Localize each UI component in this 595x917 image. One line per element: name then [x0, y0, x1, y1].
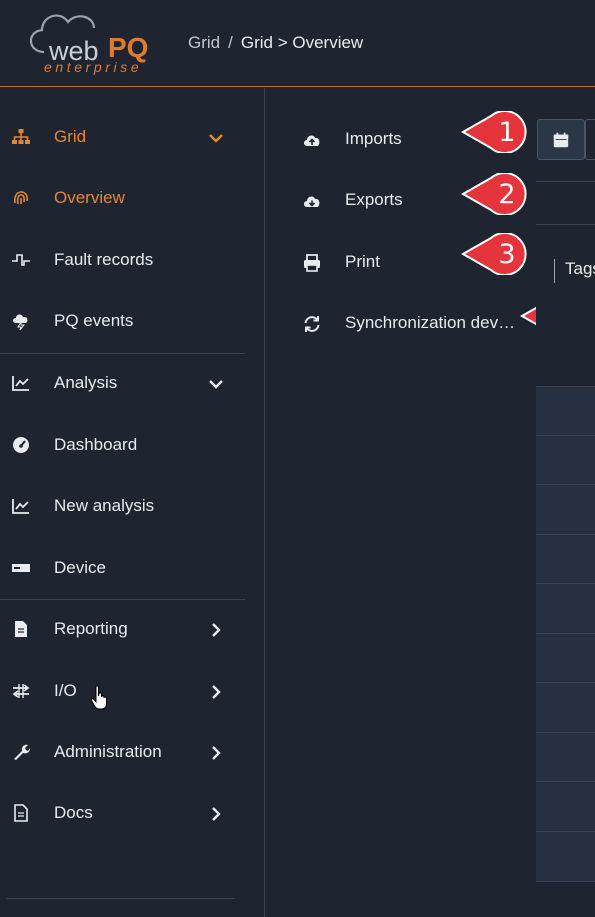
menu-item-synchronization-devices[interactable]: Synchronization devices [266, 292, 536, 353]
sidebar-item-label: Docs [54, 803, 93, 822]
callout-marker-3: 3 [460, 232, 527, 276]
date-picker-button[interactable] [537, 119, 585, 160]
main-content-area: Tags [536, 88, 595, 917]
sidebar-item-grid[interactable]: Grid [0, 107, 245, 168]
cloud-download-icon [304, 196, 320, 207]
cloud-upload-icon [304, 135, 320, 146]
table-row-divider [536, 881, 595, 882]
sidebar-bottom-divider [6, 898, 235, 899]
content-divider [536, 224, 595, 225]
table-row[interactable] [536, 535, 595, 584]
sidebar-item-label: Grid [54, 127, 87, 146]
sidebar-item-dashboard[interactable]: Dashboard [0, 415, 245, 476]
chevron-right-icon[interactable] [206, 682, 226, 702]
date-input-field[interactable] [585, 119, 595, 160]
table-row[interactable] [536, 782, 595, 831]
chevron-right-icon[interactable] [206, 804, 226, 824]
breadcrumb-root[interactable]: Grid [188, 33, 220, 52]
sidebar-item-label: PQ events [54, 311, 134, 330]
sidebar-item-label: Reporting [54, 619, 128, 638]
chevron-right-icon[interactable] [206, 743, 226, 763]
cloud-bolt-icon [13, 314, 28, 331]
breadcrumb: Grid / Grid > Overview [188, 33, 363, 53]
table-row[interactable] [536, 832, 595, 881]
sidebar-item-label: New analysis [54, 496, 155, 515]
sidebar-item-label: Overview [54, 188, 125, 207]
table-row[interactable] [536, 634, 595, 683]
sidebar: Grid Overview Fault records PQ events An… [0, 88, 265, 917]
callout-marker-2: 2 [460, 172, 527, 216]
content-divider [536, 181, 595, 182]
chart-line-icon [12, 499, 29, 514]
header: web PQ enterprise Grid / Grid > Overview [0, 0, 595, 87]
sitemap-icon [12, 129, 30, 144]
sidebar-item-label: Device [54, 558, 106, 577]
sidebar-item-label: I/O [54, 681, 77, 700]
chevron-down-icon[interactable] [206, 128, 226, 148]
sidebar-item-reporting[interactable]: Reporting [0, 599, 245, 660]
hand-pointer-cursor-icon [90, 685, 107, 710]
fingerprint-icon [14, 191, 28, 205]
sidebar-item-pq-events[interactable]: PQ events [0, 291, 245, 352]
logo-enterprise-text: enterprise [44, 59, 143, 75]
table-row[interactable] [536, 584, 595, 633]
wrench-icon [14, 744, 30, 760]
chevron-down-icon[interactable] [206, 374, 226, 394]
callout-marker-1: 1 [460, 110, 527, 154]
sidebar-item-label: Fault records [54, 250, 154, 269]
breadcrumb-current: Grid > Overview [240, 33, 364, 52]
sync-icon [304, 316, 320, 332]
callout-number: 1 [498, 117, 516, 148]
callout-number: 3 [498, 239, 516, 270]
table-row[interactable] [536, 733, 595, 782]
sidebar-item-label: Administration [54, 742, 162, 761]
sidebar-item-label: Dashboard [54, 435, 138, 454]
table-row[interactable] [536, 683, 595, 732]
gauge-icon [13, 437, 29, 453]
menu-item-label: Synchronization devices [345, 313, 517, 332]
breadcrumb-separator: / [228, 33, 233, 52]
sidebar-item-fault-records[interactable]: Fault records [0, 230, 245, 291]
arrows-exchange-icon [12, 684, 30, 698]
table-row[interactable] [536, 485, 595, 534]
document-icon [14, 804, 28, 822]
sidebar-item-device[interactable]: Device [0, 538, 245, 599]
sidebar-item-io[interactable]: I/O [0, 661, 245, 722]
sidebar-item-new-analysis[interactable]: New analysis [0, 476, 245, 537]
table-row[interactable] [536, 387, 595, 436]
sidebar-item-overview[interactable]: Overview [0, 168, 245, 229]
table-row[interactable] [536, 436, 595, 485]
sidebar-item-label: Analysis [54, 373, 118, 392]
callout-number: 2 [498, 179, 516, 210]
printer-icon [304, 254, 320, 272]
waveform-icon [12, 254, 30, 266]
chart-line-icon [12, 376, 29, 391]
calendar-icon [553, 132, 569, 148]
sidebar-item-administration[interactable]: Administration [0, 722, 245, 783]
document-icon [15, 621, 27, 637]
sidebar-item-docs[interactable]: Docs [0, 783, 245, 844]
webpq-logo[interactable]: web PQ enterprise [22, 8, 157, 78]
sidebar-item-analysis[interactable]: Analysis [0, 353, 245, 414]
chevron-right-icon[interactable] [206, 620, 226, 640]
device-icon [12, 564, 30, 572]
tags-column-header[interactable]: Tags [554, 259, 595, 283]
